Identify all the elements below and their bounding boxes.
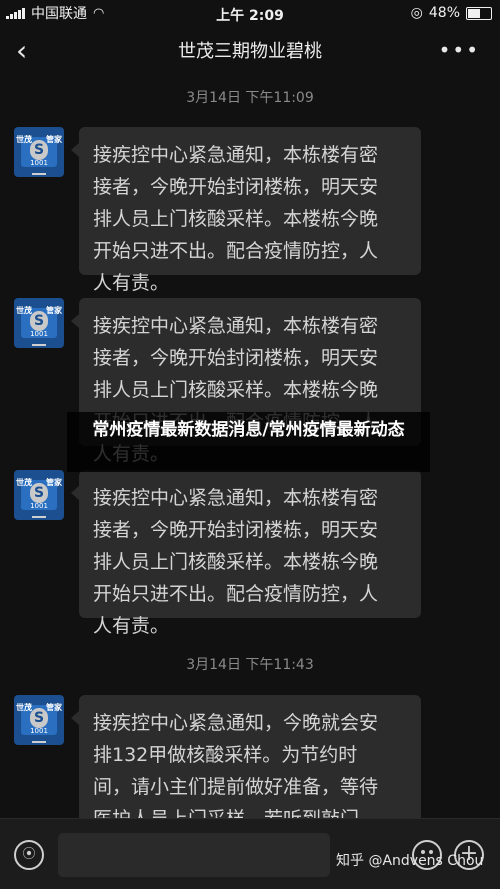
avatar-letter: S [30, 140, 48, 160]
status-bar: 中国联通 ◠ 上午 2:09 ◎ 48% [0, 0, 500, 26]
message-bubble[interactable]: 接疾控中心紧急通知，本栋楼有密 接者，今晚开始封闭楼栋，明天安 排人员上门核酸采… [71, 470, 421, 637]
avatar-number: 1001 [30, 502, 48, 510]
avatar-tag: 世茂 [16, 478, 32, 487]
avatar[interactable]: 世茂 管家 S 1001 [14, 695, 64, 745]
battery-percent: 48% [428, 5, 460, 21]
timestamp: 3月14日 下午11:43 [186, 657, 314, 673]
avatar-letter: S [30, 483, 48, 503]
avatar-letter: S [30, 311, 48, 331]
avatar-tag: 管家 [46, 703, 62, 712]
voice-icon[interactable]: ⦿ [14, 840, 44, 870]
watermark: 知乎 @Andvens Chou [336, 853, 484, 869]
message-input[interactable] [58, 833, 330, 877]
avatar-number: 1001 [30, 330, 48, 338]
avatar-tag: 管家 [46, 478, 62, 487]
avatar-tag: 世茂 [16, 306, 32, 315]
chat-header: ‹ 世茂三期物业碧桃 ••• [0, 26, 500, 74]
avatar[interactable]: 世茂 管家 S 1001 [14, 298, 64, 348]
more-dots-icon[interactable]: ••• [439, 38, 480, 62]
rotation-lock-icon: ◎ [410, 5, 423, 21]
avatar-number: 1001 [30, 159, 48, 167]
avatar[interactable]: 世茂 管家 S 1001 [14, 470, 64, 520]
avatar-letter: S [30, 708, 48, 728]
avatar-tag: 管家 [46, 306, 62, 315]
message-bubble[interactable]: 接疾控中心紧急通知，本栋楼有密 接者，今晚开始封闭楼栋，明天安 排人员上门核酸采… [71, 127, 421, 294]
avatar-number: 1001 [30, 727, 48, 735]
overlay-caption: 常州疫情最新数据消息/常州疫情最新动态 [67, 412, 430, 472]
avatar[interactable]: 世茂 管家 S 1001 [14, 127, 64, 177]
chat-title: 世茂三期物业碧桃 [178, 41, 322, 62]
timestamp: 3月14日 下午11:09 [186, 90, 314, 106]
battery-icon [466, 6, 492, 20]
avatar-tag: 管家 [46, 135, 62, 144]
avatar-tag: 世茂 [16, 135, 32, 144]
back-icon[interactable]: ‹ [16, 34, 27, 67]
avatar-tag: 世茂 [16, 703, 32, 712]
